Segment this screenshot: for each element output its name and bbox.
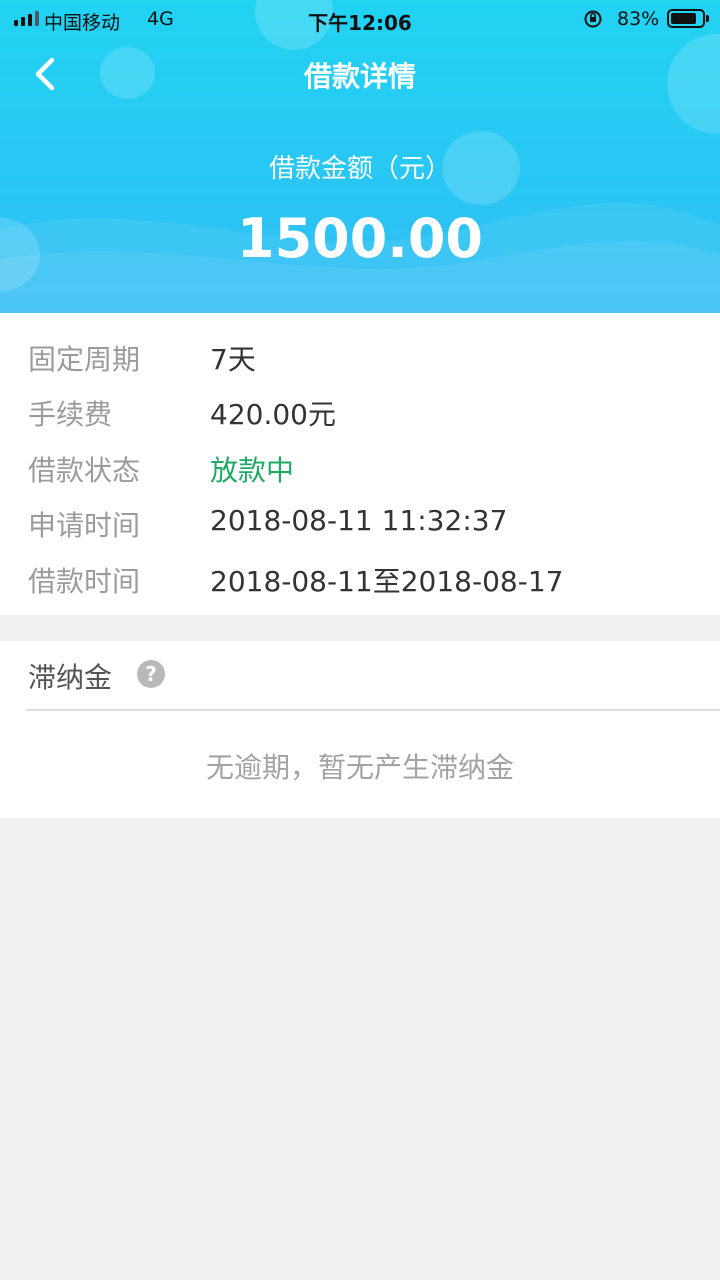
detail-value: 2018-08-11 11:32:37 [210,504,508,537]
late-fee-card: 滞纳金 ? 无逾期，暂无产生滞纳金 [0,641,720,818]
rotation-lock-icon [583,9,603,34]
loan-amount-value: 1500.00 [237,207,483,270]
detail-row-fee: 手续费 420.00元 [0,383,720,439]
page-title: 借款详情 [303,60,416,93]
detail-label: 手续费 [28,398,113,431]
loan-header: 中国移动 4G 下午12:06 83% 借款详情 借款金额（元） 1500.00 [0,0,720,313]
battery-icon [667,9,709,28]
detail-row-loan-time: 借款时间 2018-08-11至2018-08-17 [0,550,720,606]
detail-value: 7天 [210,343,256,376]
detail-label: 借款状态 [28,454,141,487]
late-fee-title: 滞纳金 [28,661,113,694]
detail-value: 420.00元 [210,398,336,431]
detail-value: 2018-08-11至2018-08-17 [210,565,564,598]
loan-amount-label: 借款金额（元） [268,154,451,184]
loan-details-card: 固定周期 7天 手续费 420.00元 借款状态 放款中 申请时间 2018-0… [0,313,720,615]
help-icon[interactable]: ? [137,660,165,688]
battery-fill [671,13,696,24]
status-value: 放款中 [210,454,295,487]
detail-label: 固定周期 [28,343,141,376]
detail-label: 申请时间 [28,509,141,542]
status-bar: 中国移动 4G 下午12:06 83% [0,0,720,40]
divider [26,709,720,711]
battery-percent: 83% [617,8,660,30]
detail-row-status: 借款状态 放款中 [0,439,720,495]
detail-label: 借款时间 [28,565,141,598]
detail-row-period: 固定周期 7天 [0,328,720,384]
status-time: 下午12:06 [308,11,412,35]
detail-row-apply-time: 申请时间 2018-08-11 11:32:37 [0,494,720,550]
late-fee-message: 无逾期，暂无产生滞纳金 [205,751,514,784]
